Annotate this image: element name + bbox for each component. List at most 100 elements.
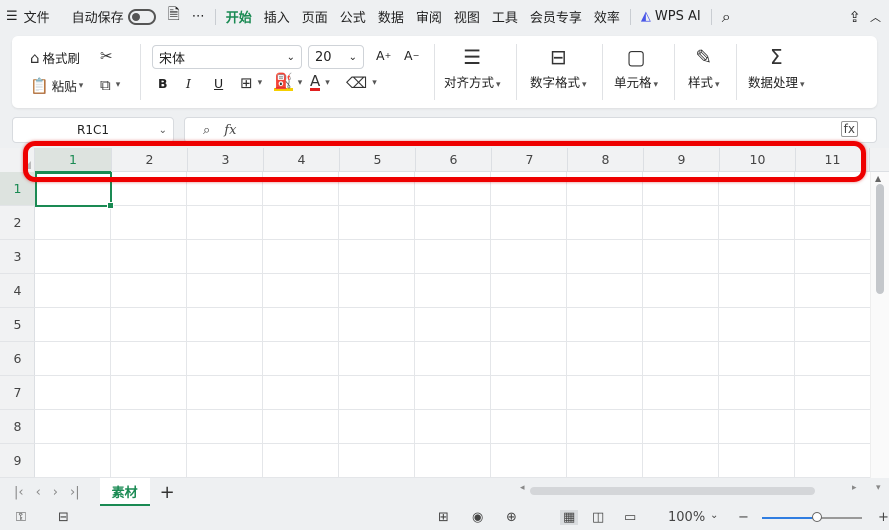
column-header[interactable]: 6 xyxy=(416,148,492,172)
file-menu[interactable]: ☰ 文件 xyxy=(0,0,56,33)
decrease-font-icon[interactable]: A − xyxy=(404,48,419,63)
normal-view-icon[interactable]: ▦ xyxy=(560,510,579,525)
page-break-icon[interactable]: ▭ xyxy=(624,510,636,525)
clear-button[interactable]: ⌫ ▾ xyxy=(346,74,377,92)
horizontal-scrollbar[interactable] xyxy=(530,487,815,495)
zoom-slider-fill xyxy=(762,517,812,519)
column-header[interactable]: 3 xyxy=(188,148,264,172)
zoom-level[interactable]: 100% xyxy=(668,510,705,525)
tab-tools[interactable]: 工具 xyxy=(486,0,524,33)
column-header[interactable]: 9 xyxy=(644,148,720,172)
scroll-left-icon[interactable]: ◂ xyxy=(520,483,525,493)
number-format-icon: ⊟ xyxy=(549,45,567,69)
row-header[interactable]: 5 xyxy=(0,308,35,342)
more-button[interactable]: ⋯ xyxy=(186,0,211,33)
locate-icon[interactable]: ⊕ xyxy=(506,510,517,525)
spreadsheet-grid: 1 2 3 4 5 6 7 8 9 10 11 1 2 3 4 5 6 7 8 … xyxy=(0,148,889,478)
macro-icon[interactable]: ⚿ xyxy=(16,510,26,525)
tab-page[interactable]: 页面 xyxy=(296,0,334,33)
column-header[interactable]: 7 xyxy=(492,148,568,172)
column-header[interactable]: 8 xyxy=(568,148,644,172)
border-button[interactable]: ⊞ ▾ xyxy=(240,74,262,92)
scroll-up-icon[interactable]: ▲ xyxy=(875,174,881,183)
row-header[interactable]: 3 xyxy=(0,240,35,274)
save-icon[interactable]: 🗎 xyxy=(162,0,186,33)
eye-protection-icon[interactable]: ◉ xyxy=(472,510,483,525)
prev-sheet-icon[interactable]: ‹ xyxy=(36,485,41,500)
increase-font-icon[interactable]: A + xyxy=(376,48,391,63)
row-header[interactable]: 9 xyxy=(0,444,35,478)
column-header[interactable]: 1 xyxy=(35,148,112,173)
vertical-scrollbar[interactable]: ▲ xyxy=(870,172,889,478)
scroll-right-icon[interactable]: ▸ xyxy=(852,483,857,493)
paste-button[interactable]: 📋 粘贴 ▾ xyxy=(30,76,83,95)
tab-efficiency[interactable]: 效率 xyxy=(588,0,626,33)
font-name-select[interactable]: 宋体 ⌄ xyxy=(152,45,302,69)
column-header[interactable]: 4 xyxy=(264,148,340,172)
zoom-slider-knob[interactable] xyxy=(812,512,822,522)
outline-icon[interactable]: ⊟ xyxy=(58,510,69,525)
border-icon: ⊞ xyxy=(240,74,253,92)
page-layout-icon[interactable]: ◫ xyxy=(592,510,604,525)
wps-ai-button[interactable]: ◭ WPS AI xyxy=(635,0,707,33)
font-color-icon: A xyxy=(310,72,321,91)
bold-button[interactable]: B xyxy=(158,76,168,91)
next-sheet-icon[interactable]: › xyxy=(53,485,58,500)
cut-icon[interactable]: ✂ xyxy=(100,47,116,65)
row-header[interactable]: 7 xyxy=(0,376,35,410)
menu-divider xyxy=(629,8,631,25)
tab-review[interactable]: 审阅 xyxy=(410,0,448,33)
last-sheet-icon[interactable]: ›| xyxy=(70,485,80,500)
chevron-down-icon[interactable]: ⌄ xyxy=(710,510,718,521)
tab-view[interactable]: 视图 xyxy=(448,0,486,33)
column-header[interactable]: 2 xyxy=(112,148,188,172)
cell-button[interactable]: ▢ 单元格 ▾ xyxy=(614,42,658,91)
grid-view-icon[interactable]: ⊞ xyxy=(438,510,449,525)
fx-expand-icon[interactable]: fx xyxy=(840,121,858,137)
first-sheet-icon[interactable]: |‹ xyxy=(14,485,24,500)
number-format-button[interactable]: ⊟ 数字格式 ▾ xyxy=(530,42,587,91)
style-button[interactable]: ✎ 样式 ▾ xyxy=(688,42,720,91)
formula-bar: R1C1 ⌄ ⌕ fx fx xyxy=(12,117,877,143)
tab-home[interactable]: 开始 xyxy=(220,0,258,33)
row-header[interactable]: 2 xyxy=(0,206,35,240)
tab-insert[interactable]: 插入 xyxy=(258,0,296,33)
autosave-toggle[interactable] xyxy=(127,8,156,25)
scroll-down-icon[interactable]: ▾ xyxy=(876,483,881,493)
tab-member[interactable]: 会员专享 xyxy=(524,0,588,33)
tab-formula[interactable]: 公式 xyxy=(334,0,372,33)
underline-button[interactable]: U xyxy=(214,76,223,91)
row-header[interactable]: 6 xyxy=(0,342,35,376)
scrollbar-thumb[interactable] xyxy=(876,184,884,294)
active-cell[interactable] xyxy=(35,172,114,209)
sheet-tab-active[interactable]: 素材 xyxy=(99,478,150,506)
row-header[interactable]: 8 xyxy=(0,410,35,444)
search-icon[interactable]: ⌕ xyxy=(716,0,737,33)
chevron-up-icon[interactable]: ︿ xyxy=(864,0,887,33)
cell-area[interactable] xyxy=(35,172,870,478)
italic-button[interactable]: I xyxy=(186,76,191,91)
column-header[interactable]: 5 xyxy=(340,148,416,172)
zoom-in-icon[interactable]: + xyxy=(878,510,889,525)
column-header[interactable]: 11 xyxy=(796,148,870,172)
align-button[interactable]: ☰ 对齐方式 ▾ xyxy=(444,42,501,91)
fill-color-button[interactable]: ⛽ ▾ xyxy=(274,74,302,91)
column-header[interactable]: 10 xyxy=(720,148,796,172)
add-sheet-button[interactable]: + xyxy=(160,482,175,503)
select-all-corner[interactable] xyxy=(0,148,35,172)
formula-input[interactable]: ⌕ fx fx xyxy=(184,117,877,143)
zoom-out-icon[interactable]: − xyxy=(738,510,749,525)
data-processing-button[interactable]: Σ 数据处理 ▾ xyxy=(748,42,805,91)
tab-data[interactable]: 数据 xyxy=(372,0,410,33)
format-painter-label: 格式刷 xyxy=(42,51,81,66)
row-header[interactable]: 4 xyxy=(0,274,35,308)
row-header-column: 1 2 3 4 5 6 7 8 9 xyxy=(0,172,35,478)
fx-label[interactable]: fx xyxy=(224,123,236,138)
zoom-search-icon[interactable]: ⌕ xyxy=(203,123,210,138)
name-box[interactable]: R1C1 ⌄ xyxy=(12,117,174,143)
copy-button[interactable]: ⧉ ▾ xyxy=(100,76,120,94)
font-size-select[interactable]: 20 ⌄ xyxy=(308,45,364,69)
format-painter-button[interactable]: ⌂ 格式刷 xyxy=(30,48,80,67)
font-color-button[interactable]: A ▾ xyxy=(310,74,330,91)
row-header[interactable]: 1 xyxy=(0,172,35,206)
